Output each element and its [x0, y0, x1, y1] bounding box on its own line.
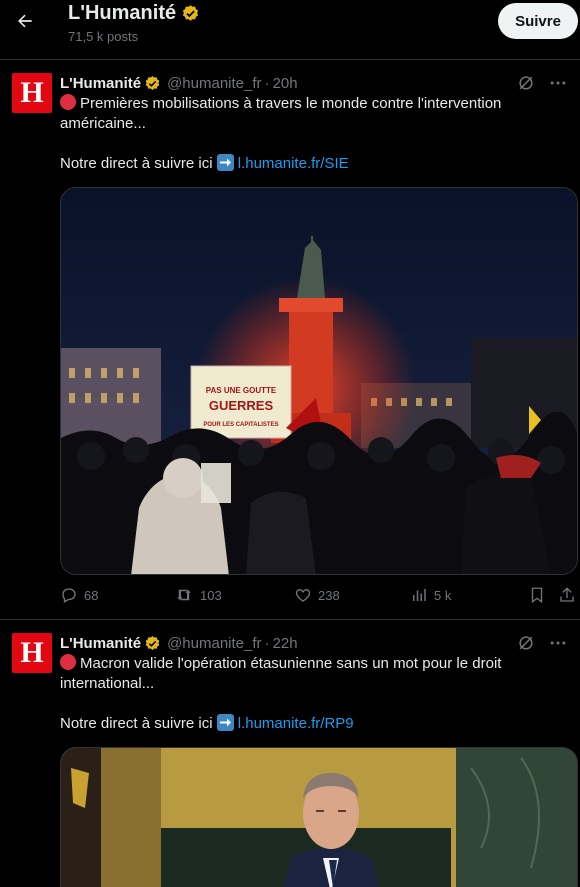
banner-text-2: GUERRES — [209, 398, 274, 413]
tweet-photo[interactable]: PAS UNE GOUTTE GUERRES POUR LES CAPITALI… — [60, 187, 578, 575]
like-button[interactable]: 238 — [294, 586, 340, 604]
grok-icon[interactable] — [516, 633, 536, 653]
like-count: 238 — [318, 587, 340, 603]
repost-button[interactable]: 103 — [174, 586, 222, 604]
red-circle-icon — [60, 654, 76, 670]
author-name[interactable]: L'Humanité — [60, 75, 141, 92]
protest-photo: PAS UNE GOUTTE GUERRES POUR LES CAPITALI… — [61, 188, 577, 574]
more-icon[interactable] — [548, 73, 568, 93]
tweet-text: Premières mobilisations à travers le mon… — [60, 94, 502, 172]
author-name[interactable]: L'Humanité — [60, 635, 141, 652]
tweet[interactable]: H L'Humanité @humanite_fr · 22h Macron v… — [0, 621, 580, 887]
tweet-text: Macron valide l'opération étasunienne sa… — [60, 654, 502, 732]
bookmark-button[interactable] — [528, 586, 546, 604]
tweet[interactable]: H L'Humanité @humanite_fr · 20h Première… — [0, 61, 580, 620]
share-button[interactable] — [558, 586, 576, 604]
views-count: 5 k — [434, 587, 452, 603]
avatar[interactable]: H — [12, 633, 52, 673]
heart-icon — [295, 589, 311, 602]
bookmark-icon — [531, 587, 543, 604]
tweet-actions: 68 103 238 5 k — [60, 586, 578, 610]
verified-badge-icon — [183, 5, 199, 21]
more-icon[interactable] — [548, 633, 568, 653]
arrow-left-icon — [18, 14, 32, 28]
analytics-icon — [413, 589, 426, 601]
share-icon — [560, 587, 574, 602]
repost-icon — [177, 589, 191, 601]
repost-count: 103 — [200, 587, 222, 603]
posts-count: 71,5 k posts — [68, 29, 139, 44]
separator: · — [264, 74, 270, 92]
tweet-header: L'Humanité @humanite_fr · 20h — [60, 73, 568, 93]
banner-text-1: PAS UNE GOUTTE — [206, 386, 277, 395]
author-handle[interactable]: @humanite_fr — [167, 75, 261, 92]
reply-count: 68 — [84, 587, 99, 603]
tweet-link[interactable]: l.humanite.fr/RP9 — [238, 715, 354, 732]
macron-photo — [61, 748, 577, 887]
follow-button[interactable]: Suivre — [498, 3, 578, 39]
separator: · — [264, 634, 270, 652]
profile-header: L'Humanité 71,5 k posts Suivre — [0, 0, 580, 60]
back-button[interactable] — [8, 4, 42, 38]
author-handle[interactable]: @humanite_fr — [167, 635, 261, 652]
tweet-link[interactable]: l.humanite.fr/SIE — [238, 155, 349, 172]
reply-icon — [62, 588, 76, 603]
arrow-right-icon — [216, 714, 234, 731]
verified-badge-icon — [144, 635, 161, 652]
views-button[interactable]: 5 k — [410, 586, 451, 604]
grok-icon[interactable] — [516, 73, 536, 93]
arrow-right-icon — [216, 154, 234, 171]
verified-badge-icon — [144, 75, 161, 92]
header-title: L'Humanité — [68, 2, 200, 25]
avatar[interactable]: H — [12, 73, 52, 113]
banner-text-3: POUR LES CAPITALISTES — [203, 422, 278, 428]
tweet-photo[interactable] — [60, 747, 578, 887]
red-circle-icon — [60, 94, 76, 110]
tweet-header: L'Humanité @humanite_fr · 22h — [60, 633, 568, 653]
profile-name: L'Humanité — [68, 2, 177, 24]
tweet-time[interactable]: 22h — [273, 635, 298, 652]
reply-button[interactable]: 68 — [60, 586, 98, 604]
tweet-time[interactable]: 20h — [273, 75, 298, 92]
